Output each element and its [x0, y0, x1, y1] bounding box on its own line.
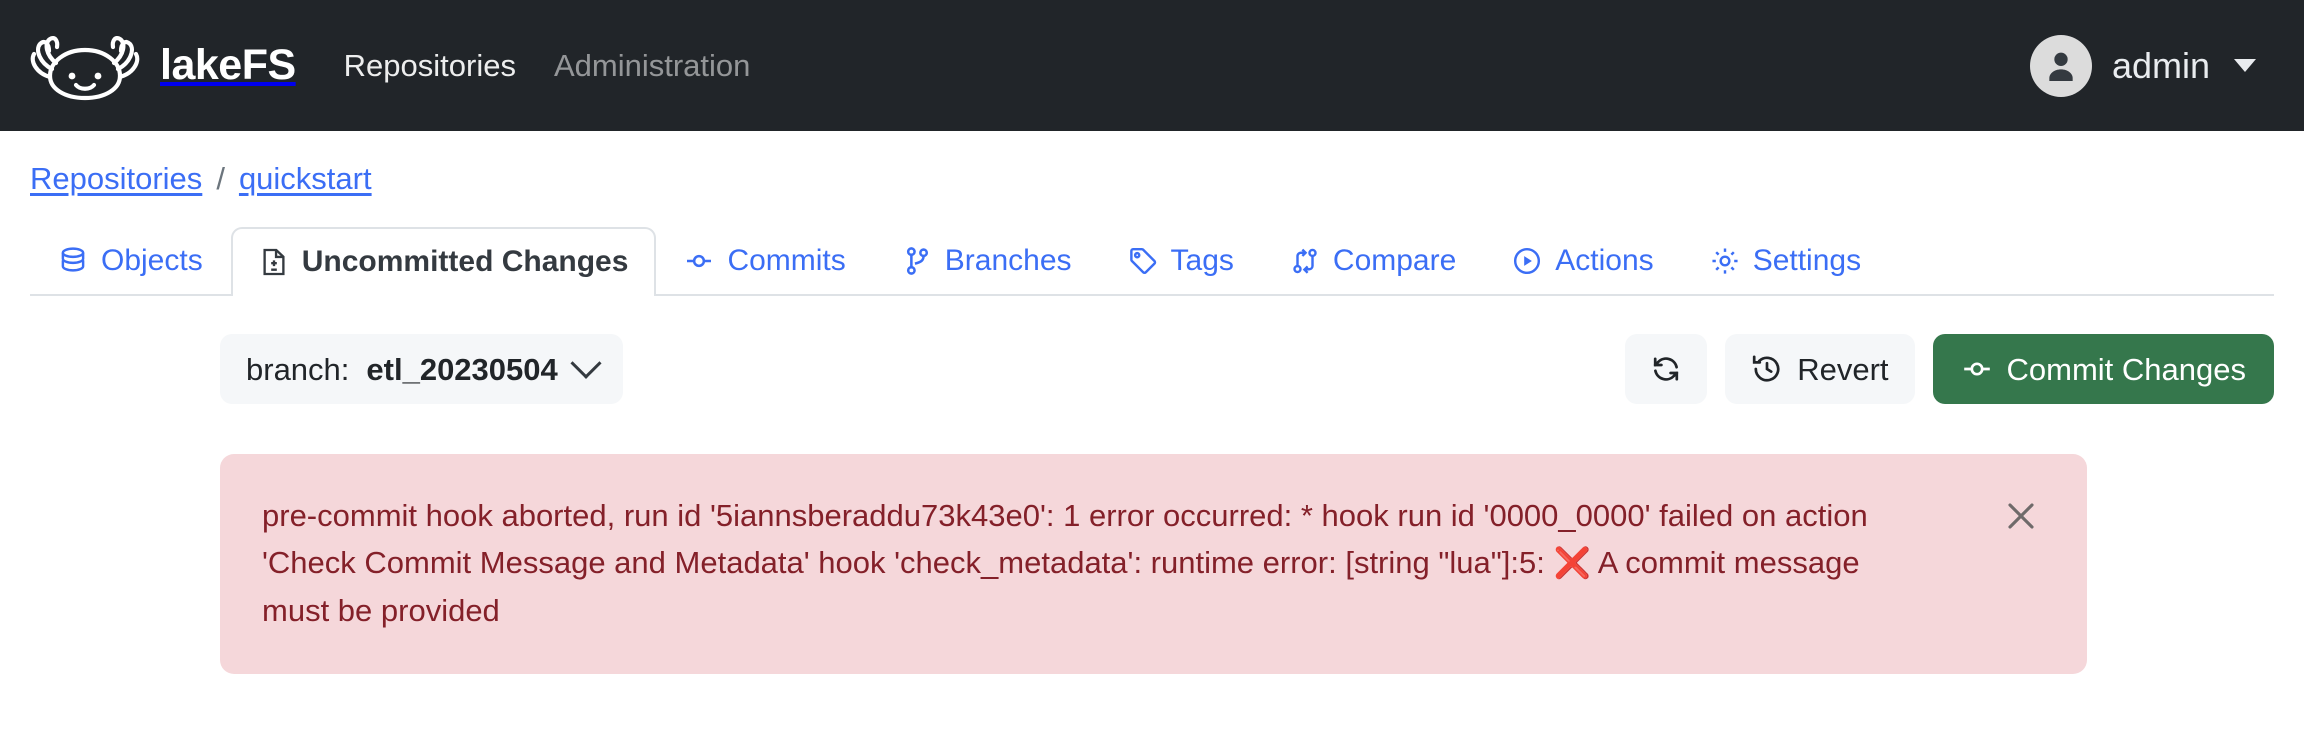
breadcrumb: Repositories / quickstart — [0, 131, 2304, 199]
nav-link-administration[interactable]: Administration — [554, 50, 750, 81]
refresh-button[interactable] — [1625, 334, 1708, 405]
uncommitted-changes-toolbar: branch: etl_20230504 Revert Commit Chang… — [0, 334, 2304, 405]
refresh-icon — [1650, 353, 1682, 385]
tab-commits[interactable]: Commits — [656, 225, 873, 294]
repository-tabs-container: Objects Uncommitted Changes Commits Bran… — [0, 225, 2304, 297]
nav-link-repositories[interactable]: Repositories — [344, 50, 516, 81]
history-clock-icon — [1751, 353, 1783, 385]
top-navbar: lakeFS Repositories Administration admin — [0, 0, 2304, 131]
git-commit-icon — [684, 246, 714, 276]
file-diff-icon — [259, 247, 289, 277]
tab-label-branches: Branches — [944, 243, 1072, 277]
user-menu[interactable]: admin — [2029, 34, 2256, 97]
revert-button[interactable]: Revert — [1725, 334, 1915, 405]
cross-mark-icon: ❌ — [1553, 546, 1591, 582]
tab-label-uncommitted-changes: Uncommitted Changes — [301, 244, 629, 278]
git-compare-icon — [1290, 246, 1320, 276]
error-alert: pre-commit hook aborted, run id '5iannsb… — [220, 454, 2087, 675]
repository-tabs: Objects Uncommitted Changes Commits Bran… — [30, 225, 2274, 297]
tab-label-compare: Compare — [1332, 243, 1457, 277]
toolbar-actions: Revert Commit Changes — [1625, 334, 2274, 405]
tab-label-objects: Objects — [101, 243, 203, 277]
tab-label-tags: Tags — [1170, 243, 1234, 277]
tab-branches[interactable]: Branches — [874, 225, 1100, 294]
tag-icon — [1128, 246, 1158, 276]
git-branch-icon — [902, 246, 932, 276]
tab-label-commits: Commits — [727, 243, 846, 277]
breadcrumb-separator: / — [216, 161, 225, 196]
brand-name: lakeFS — [160, 41, 296, 89]
alert-container: pre-commit hook aborted, run id '5iannsb… — [0, 404, 2304, 675]
git-commit-icon — [1961, 353, 1993, 385]
commit-changes-button-label: Commit Changes — [2006, 351, 2246, 387]
breadcrumb-item-repositories[interactable]: Repositories — [30, 159, 202, 199]
primary-nav: Repositories Administration — [344, 50, 751, 81]
user-name: admin — [2111, 44, 2210, 86]
branch-name-value: etl_20230504 — [366, 351, 558, 387]
branch-prefix-label: branch: — [246, 351, 350, 387]
close-icon — [2001, 496, 2041, 536]
commit-changes-button[interactable]: Commit Changes — [1932, 334, 2274, 405]
error-alert-message: pre-commit hook aborted, run id '5iannsb… — [262, 492, 1952, 634]
chevron-down-icon — [570, 348, 602, 380]
brand-home-link[interactable]: lakeFS — [26, 29, 296, 103]
tab-uncommitted-changes[interactable]: Uncommitted Changes — [230, 227, 657, 297]
play-circle-icon — [1512, 246, 1542, 276]
tab-compare[interactable]: Compare — [1262, 225, 1484, 294]
user-avatar-icon — [2029, 34, 2092, 97]
branch-selector[interactable]: branch: etl_20230504 — [220, 334, 623, 405]
gear-icon — [1710, 246, 1740, 276]
tab-objects[interactable]: Objects — [30, 225, 231, 294]
tab-tags[interactable]: Tags — [1100, 225, 1262, 294]
caret-down-icon — [2234, 59, 2256, 72]
tab-label-actions: Actions — [1555, 243, 1654, 277]
revert-button-label: Revert — [1797, 351, 1889, 387]
tab-actions[interactable]: Actions — [1484, 225, 1681, 294]
alert-close-button[interactable] — [1999, 494, 2043, 538]
lakefs-axolotl-logo-icon — [26, 29, 144, 103]
tab-label-settings: Settings — [1752, 243, 1862, 277]
breadcrumb-item-quickstart[interactable]: quickstart — [239, 159, 372, 199]
tab-settings[interactable]: Settings — [1682, 225, 1889, 294]
database-icon — [58, 246, 88, 276]
